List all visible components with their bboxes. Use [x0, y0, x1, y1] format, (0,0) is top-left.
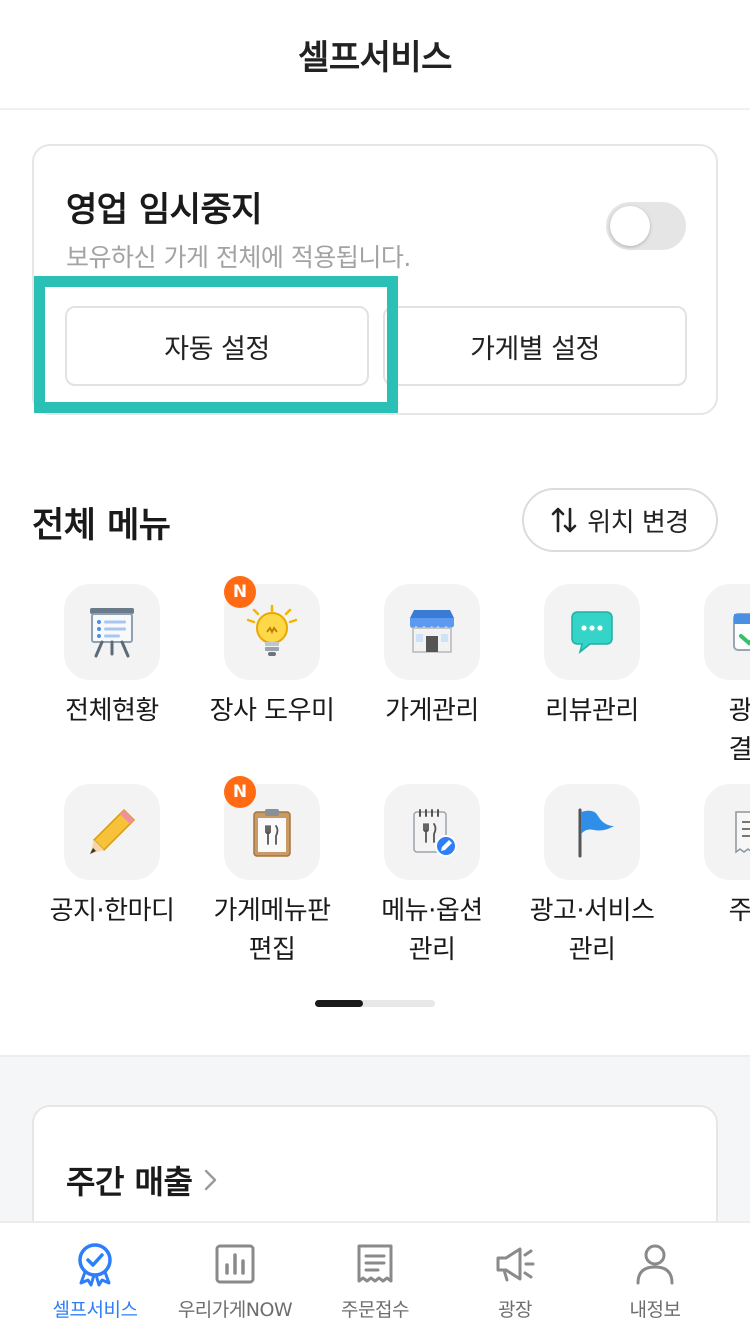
reorder-button[interactable]: 위치 변경 — [522, 488, 718, 552]
lightbulb-icon — [246, 604, 298, 656]
chat-bubble-icon — [571, 611, 613, 654]
menu-item-overview[interactable]: 전체현황 — [32, 584, 192, 731]
tab-label: 우리가게NOW — [177, 1299, 293, 1321]
bottom-tab-bar: 셀프서비스 우리가게NOW 주문접수 광장 내정보 — [0, 1221, 750, 1334]
menu-section-title: 전체 메뉴 — [32, 506, 171, 546]
menu-item-order[interactable]: 주문 — [672, 784, 750, 931]
new-badge: N — [224, 576, 256, 608]
menu-icon-box — [544, 584, 640, 680]
menu-item-label: 광고 결제 — [728, 696, 750, 765]
pause-toggle[interactable] — [606, 202, 686, 250]
menu-item-ad-service[interactable]: 광고·서비스 관리 — [512, 784, 672, 970]
menu-icon-box — [64, 784, 160, 880]
highlight-box — [34, 276, 398, 413]
menu-item-review-management[interactable]: 리뷰관리 — [512, 584, 672, 731]
clipboard-menu-icon — [253, 809, 291, 857]
tab-our-store-now[interactable]: 우리가게NOW — [160, 1223, 310, 1334]
menu-icon-box — [704, 584, 750, 680]
menu-item-label: 가게메뉴판 편집 — [213, 896, 331, 965]
presentation-board-icon — [90, 608, 134, 658]
calendar-check-icon — [733, 613, 750, 651]
page-indicator-active — [315, 1000, 363, 1007]
menu-icon-box — [384, 584, 480, 680]
menu-item-store-management[interactable]: 가게관리 — [352, 584, 512, 731]
menu-item-label: 공지·한마디 — [49, 896, 175, 926]
pause-description: 보유하신 가게 전체에 적용됩니다. — [66, 243, 411, 272]
header: 셀프서비스 — [0, 0, 750, 110]
toggle-knob — [610, 206, 650, 246]
tab-label: 광장 — [498, 1299, 532, 1321]
new-badge: N — [224, 776, 256, 808]
menu-icon-box — [704, 784, 750, 880]
swap-vertical-icon — [551, 507, 577, 533]
menu-icon-box — [384, 784, 480, 880]
menu-item-ad-payment[interactable]: 광고 결제 — [672, 584, 750, 770]
menu-icon-box: N — [224, 776, 320, 880]
reorder-label: 위치 변경 — [587, 507, 689, 538]
tab-my-info[interactable]: 내정보 — [580, 1223, 730, 1334]
menu-item-label: 리뷰관리 — [545, 696, 639, 726]
receipt-icon — [357, 1244, 393, 1283]
weekly-sales-title[interactable]: 주간 매출 — [66, 1157, 222, 1203]
badge-check-icon — [78, 1243, 112, 1287]
tab-label: 셀프서비스 — [52, 1299, 138, 1321]
menu-item-business-helper[interactable]: N 장사 도우미 — [192, 576, 352, 731]
self-service-screen: 셀프서비스 영업 임시중지 보유하신 가게 전체에 적용됩니다. 자동 설정 가… — [0, 0, 750, 1334]
person-icon — [636, 1244, 674, 1285]
menu-icon-box — [544, 784, 640, 880]
chevron-right-icon — [205, 1169, 217, 1191]
pause-title: 영업 임시중지 — [66, 190, 263, 230]
menu-icon-box: N — [224, 576, 320, 680]
pencil-icon — [90, 808, 136, 854]
menu-page-indicator — [315, 1000, 435, 1007]
menu-item-notice[interactable]: 공지·한마디 — [32, 784, 192, 931]
storefront-icon — [410, 610, 454, 653]
tab-plaza[interactable]: 광장 — [440, 1223, 590, 1334]
menu-item-label: 장사 도우미 — [209, 696, 335, 726]
menu-item-label: 가게관리 — [385, 696, 479, 726]
flag-icon — [578, 808, 614, 858]
megaphone-icon — [496, 1247, 535, 1282]
weekly-sales-label: 주간 매출 — [66, 1163, 193, 1201]
menu-icon-box — [64, 584, 160, 680]
menu-notepad-edit-icon — [413, 809, 457, 857]
menu-item-store-menu-edit[interactable]: N 가게메뉴판 편집 — [192, 776, 352, 970]
page-title: 셀프서비스 — [298, 37, 452, 78]
menu-item-label: 광고·서비스 관리 — [529, 896, 655, 965]
bar-chart-icon — [215, 1244, 255, 1284]
menu-item-menu-options[interactable]: 메뉴·옵션 관리 — [352, 784, 512, 970]
tab-label: 내정보 — [629, 1299, 681, 1321]
menu-item-label: 주문 — [728, 896, 750, 926]
tab-order-receipt[interactable]: 주문접수 — [300, 1223, 450, 1334]
store-setting-button[interactable]: 가게별 설정 — [383, 306, 687, 386]
menu-item-label: 전체현황 — [65, 696, 159, 726]
menu-item-label: 메뉴·옵션 관리 — [381, 896, 483, 965]
tab-label: 주문접수 — [341, 1299, 409, 1321]
tab-self-service[interactable]: 셀프서비스 — [20, 1223, 170, 1334]
receipt-icon — [735, 811, 750, 854]
